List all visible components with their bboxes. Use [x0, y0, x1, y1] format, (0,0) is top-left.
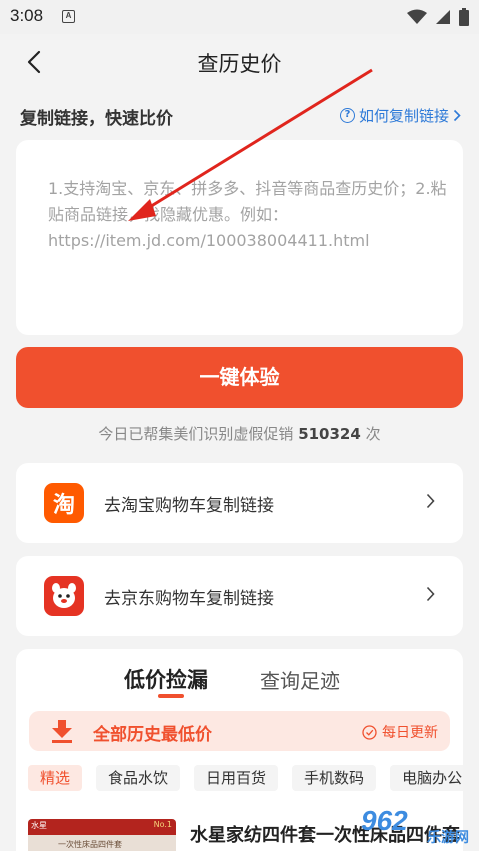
link-input-placeholder: 1.支持淘宝、京东、拼多多、抖音等商品查历史价；2.粘贴商品链接，找隐藏优惠。例… [48, 179, 447, 250]
watermark-logo: 962 乐游网 [361, 801, 473, 847]
watermark-sub: 乐游网 [427, 830, 469, 846]
chip-computer[interactable]: 电脑办公 [390, 765, 463, 791]
help-circle-icon: ? [339, 108, 355, 123]
status-time: 3:08 [10, 6, 44, 25]
watermark-number: 962 [361, 805, 408, 836]
check-circle-icon [362, 724, 377, 740]
chevron-right-icon [426, 586, 435, 602]
notification-icon: A [62, 10, 75, 23]
battery-icon [459, 8, 469, 26]
thumb-brand: 水星 [31, 821, 47, 830]
banner-title: 全部历史最低价 [93, 725, 212, 745]
one-click-try-button[interactable]: 一键体验 [16, 347, 463, 408]
stats-count: 510324 [298, 425, 361, 443]
chevron-right-icon [426, 493, 435, 509]
product-image[interactable]: 水星 No.1 一次性床品四件套 [28, 819, 176, 851]
thumb-badge: No.1 [153, 820, 172, 829]
section-title: 复制链接，快速比价 [20, 109, 173, 129]
jd-icon [44, 576, 84, 616]
taobao-cart-label: 去淘宝购物车复制链接 [104, 496, 274, 516]
tab-low-price[interactable]: 低价捡漏 [124, 664, 208, 694]
nav-bar: 查历史价 [0, 34, 479, 90]
how-to-copy-link[interactable]: ? 如何复制链接 [339, 105, 461, 126]
chip-daily[interactable]: 日用百货 [194, 765, 279, 791]
signal-icon [436, 10, 450, 24]
link-input-area[interactable]: 1.支持淘宝、京东、拼多多、抖音等商品查历史价；2.粘贴商品链接，找隐藏优惠。例… [16, 140, 463, 335]
chip-food[interactable]: 食品水饮 [96, 765, 181, 791]
stats-suffix: 次 [365, 425, 381, 443]
status-icons [407, 8, 469, 26]
tab-query-history[interactable]: 查询足迹 [260, 665, 340, 694]
jd-cart-entry[interactable]: 去京东购物车复制链接 [16, 556, 463, 636]
download-icon [52, 720, 72, 743]
page-title: 查历史价 [197, 52, 282, 76]
taobao-cart-entry[interactable]: 淘 去淘宝购物车复制链接 [16, 463, 463, 543]
jd-cart-label: 去京东购物车复制链接 [104, 589, 274, 609]
stats-prefix: 今日已帮集美们识别虚假促销 [98, 425, 294, 443]
daily-update-label: 每日更新 [382, 725, 438, 741]
taobao-icon: 淘 [44, 483, 84, 523]
chip-featured[interactable]: 精选 [28, 765, 83, 791]
wifi-icon [407, 9, 427, 24]
stats-line: 今日已帮集美们识别虚假促销 510324 次 [0, 423, 479, 444]
category-chips: 精选 食品水饮 日用百货 手机数码 电脑办公 [28, 765, 463, 793]
daily-update-badge: 每日更新 [362, 722, 438, 742]
thumb-caption: 一次性床品四件套 [58, 840, 122, 849]
chip-phone[interactable]: 手机数码 [292, 765, 377, 791]
status-bar: 3:08 A [0, 0, 479, 34]
help-link-label: 如何复制链接 [358, 107, 449, 125]
lowest-price-banner: 全部历史最低价 每日更新 [29, 711, 450, 751]
active-tab-indicator [158, 694, 184, 698]
chevron-right-icon [453, 109, 461, 122]
